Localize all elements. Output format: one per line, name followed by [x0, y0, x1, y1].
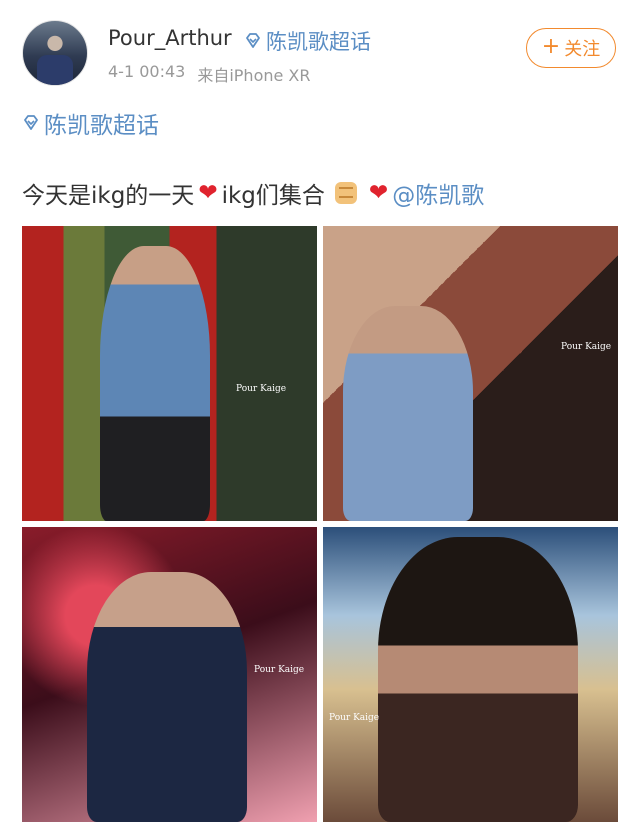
topic-label: 陈凯歌超话 — [266, 30, 371, 54]
post-time: 4-1 00:43 — [108, 62, 186, 81]
fist-emoji-icon — [334, 182, 357, 204]
watermark: Pour Kaige — [329, 713, 380, 723]
watermark: Pour Kaige — [561, 342, 612, 352]
person-figure — [378, 537, 578, 822]
topic-link[interactable]: 陈凯歌超话 — [22, 106, 159, 140]
avatar[interactable] — [22, 20, 88, 86]
follow-label: 关注 — [564, 39, 601, 60]
person-figure — [343, 306, 473, 521]
mention-link[interactable]: @陈凯歌 — [392, 176, 484, 210]
heart-icon: ❤ — [368, 180, 389, 206]
person-figure — [87, 572, 247, 822]
plus-icon: + — [541, 34, 561, 59]
topic-block-label: 陈凯歌超话 — [44, 113, 159, 139]
post-meta: 4-1 00:43 来自iPhone XR — [108, 62, 311, 86]
post-text: 今天是ikg的一天 ❤ ikg们集合 ❤ @陈凯歌 — [22, 176, 484, 210]
post-text-part1: 今天是ikg的一天 — [22, 183, 195, 209]
follow-button[interactable]: + 关注 — [526, 28, 616, 68]
post-text-part2: ikg们集合 — [221, 183, 325, 209]
photo-2[interactable]: Pour Kaige — [323, 226, 618, 521]
photo-4[interactable]: Pour Kaige — [323, 527, 618, 822]
topic-link-header[interactable]: 陈凯歌超话 — [244, 26, 371, 56]
photo-1[interactable]: Pour Kaige — [22, 226, 317, 521]
heart-icon: ❤ — [198, 180, 218, 206]
diamond-icon — [246, 33, 260, 48]
watermark: Pour Kaige — [236, 384, 287, 394]
person-figure — [100, 246, 210, 521]
username[interactable]: Pour_Arthur — [108, 26, 232, 50]
watermark: Pour Kaige — [254, 665, 305, 675]
post-source: 来自iPhone XR — [197, 66, 311, 85]
photo-3[interactable]: Pour Kaige — [22, 527, 317, 822]
diamond-icon — [24, 115, 38, 130]
